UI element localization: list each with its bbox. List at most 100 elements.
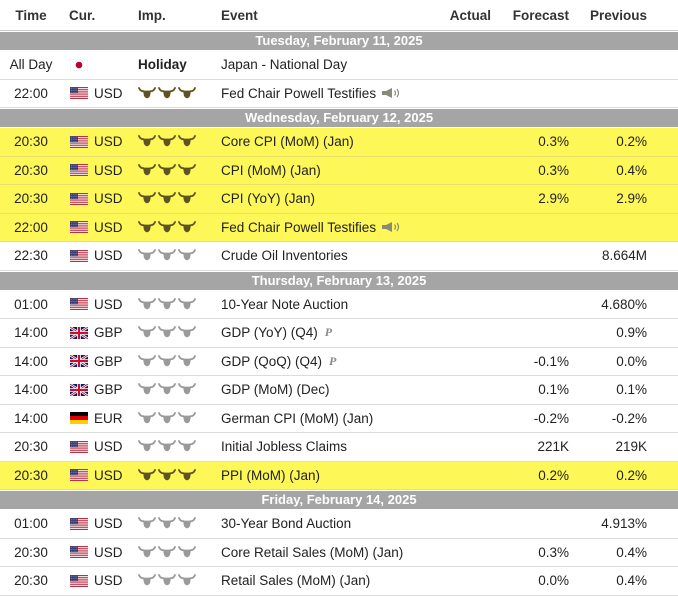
event-name[interactable]: GDP (YoY) (Q4) [221,325,318,340]
bull-icon [158,545,176,557]
event-time: 20:30 [14,544,48,560]
header-previous[interactable]: Previous [570,0,647,30]
event-cell[interactable]: PPI (MoM) (Jan) [221,462,320,490]
event-row[interactable]: 20:30 USD PPI (MoM) (Jan) 0.2% 0.2% [0,461,678,490]
bull-icon [178,86,196,98]
importance-bulls [138,128,198,156]
event-forecast [492,291,569,319]
event-previous [570,80,647,108]
header-importance[interactable]: Imp. [138,0,166,30]
event-cell[interactable]: Core Retail Sales (MoM) (Jan) [221,539,403,567]
event-name[interactable]: Fed Chair Powell Testifies [221,86,376,101]
header-actual[interactable]: Actual [420,0,491,30]
event-name[interactable]: CPI (MoM) (Jan) [221,163,321,178]
event-cell[interactable]: Crude Oil Inventories [221,242,348,270]
date-separator: Friday, February 14, 2025 [0,490,678,510]
event-forecast: -0.2% [533,410,569,426]
event-row[interactable]: 20:30 USD Core CPI (MoM) (Jan) 0.3% 0.2% [0,128,678,157]
event-cell[interactable]: 10-Year Note Auction [221,291,348,319]
event-row[interactable]: 20:30 USD CPI (YoY) (Jan) 2.9% 2.9% [0,185,678,214]
event-row[interactable]: 14:00 GBP GDP (QoQ) (Q4) P -0.1% 0.0% [0,347,678,376]
event-row[interactable]: 20:30 USD Initial Jobless Claims 221K 219K [0,433,678,462]
bull-icon [138,163,156,175]
event-cell[interactable]: German CPI (MoM) (Jan) [221,405,373,433]
event-actual [420,214,491,242]
event-name[interactable]: GDP (MoM) (Dec) [221,382,330,397]
event-row[interactable]: 14:00 GBP GDP (MoM) (Dec) 0.1% 0.1% [0,376,678,405]
event-name[interactable]: CPI (YoY) (Jan) [221,191,315,206]
event-currency: USD [94,296,123,312]
bull-icon [138,517,156,529]
event-currency: USD [94,544,123,560]
event-row[interactable]: 01:00 USD 30-Year Bond Auction 4.913% [0,510,678,539]
event-row[interactable]: 20:30 USD CPI (MoM) (Jan) 0.3% 0.4% [0,156,678,185]
event-name[interactable]: Core Retail Sales (MoM) (Jan) [221,545,403,560]
event-name[interactable]: German CPI (MoM) (Jan) [221,411,373,426]
event-row[interactable]: 22:30 USD Crude Oil Inventories 8.664M [0,242,678,271]
event-cell[interactable]: GDP (MoM) (Dec) [221,376,330,404]
header-currency[interactable]: Cur. [69,0,95,30]
event-row[interactable]: 20:30 USD Retail Sales (MoM) (Jan) 0.0% 0.4… [0,567,678,596]
event-currency: USD [94,191,123,207]
event-name[interactable]: Core CPI (MoM) (Jan) [221,134,354,149]
event-forecast [492,51,569,79]
event-name[interactable]: Crude Oil Inventories [221,248,348,263]
event-name[interactable]: 30-Year Bond Auction [221,516,351,531]
importance-bulls [138,510,198,538]
event-forecast: 0.2% [538,467,569,483]
flag-us-icon [69,242,89,270]
event-row[interactable]: All Day Holiday Japan - National Day [0,51,678,80]
event-row[interactable]: 20:30 USD Core Retail Sales (MoM) (Jan) 0.… [0,538,678,567]
event-cell[interactable]: Fed Chair Powell Testifies [221,80,401,108]
event-name[interactable]: GDP (QoQ) (Q4) [221,354,322,369]
importance-holiday: Holiday [138,57,187,73]
event-time: 20:30 [14,134,48,150]
event-actual [420,376,491,404]
event-forecast: 221K [537,439,569,455]
event-actual [420,157,491,185]
event-cell[interactable]: Retail Sales (MoM) (Jan) [221,567,370,595]
bull-icon [158,163,176,175]
event-cell[interactable]: CPI (MoM) (Jan) [221,157,321,185]
event-cell[interactable]: Fed Chair Powell Testifies [221,214,401,242]
event-previous: 4.913% [601,516,647,532]
event-time: 20:30 [14,467,48,483]
event-cell[interactable]: Initial Jobless Claims [221,433,347,461]
event-actual [420,567,491,595]
header-forecast[interactable]: Forecast [492,0,569,30]
event-row[interactable]: 22:00 USD Fed Chair Powell Testifies [0,213,678,242]
event-name[interactable]: Initial Jobless Claims [221,439,347,454]
event-row[interactable]: 01:00 USD 10-Year Note Auction 4.680% [0,290,678,319]
bull-icon [178,354,196,366]
header-time[interactable]: Time [0,0,62,30]
event-previous: 2.9% [616,191,647,207]
event-name[interactable]: 10-Year Note Auction [221,297,348,312]
bull-icon [178,192,196,204]
event-cell[interactable]: Japan - National Day [221,51,347,79]
header-event[interactable]: Event [221,0,258,30]
event-time: 01:00 [14,516,48,532]
event-row[interactable]: 14:00 GBP GDP (YoY) (Q4) P 0.9% [0,319,678,348]
event-previous: 0.0% [616,353,647,369]
event-cell[interactable]: 30-Year Bond Auction [221,510,351,538]
event-name[interactable]: PPI (MoM) (Jan) [221,468,320,483]
event-cell[interactable]: Core CPI (MoM) (Jan) [221,128,354,156]
bull-icon [178,545,196,557]
event-row[interactable]: 14:00 EUR German CPI (MoM) (Jan) -0.2% -0.2… [0,404,678,433]
event-previous: 0.4% [616,162,647,178]
event-row[interactable]: 22:00 USD Fed Chair Powell Testifies [0,79,678,108]
event-cell[interactable]: CPI (YoY) (Jan) [221,185,315,213]
event-name[interactable]: Fed Chair Powell Testifies [221,220,376,235]
date-separator: Tuesday, February 11, 2025 [0,31,678,51]
bull-icon [178,383,196,395]
event-name[interactable]: Retail Sales (MoM) (Jan) [221,573,370,588]
bull-icon [158,517,176,529]
event-previous [570,51,647,79]
flag-us-icon [69,433,89,461]
event-cell[interactable]: GDP (QoQ) (Q4) P [221,348,336,376]
event-cell[interactable]: GDP (YoY) (Q4) P [221,319,332,347]
event-name[interactable]: Japan - National Day [221,57,347,72]
event-actual [420,51,491,79]
event-currency: USD [94,162,123,178]
event-forecast: 2.9% [538,191,569,207]
